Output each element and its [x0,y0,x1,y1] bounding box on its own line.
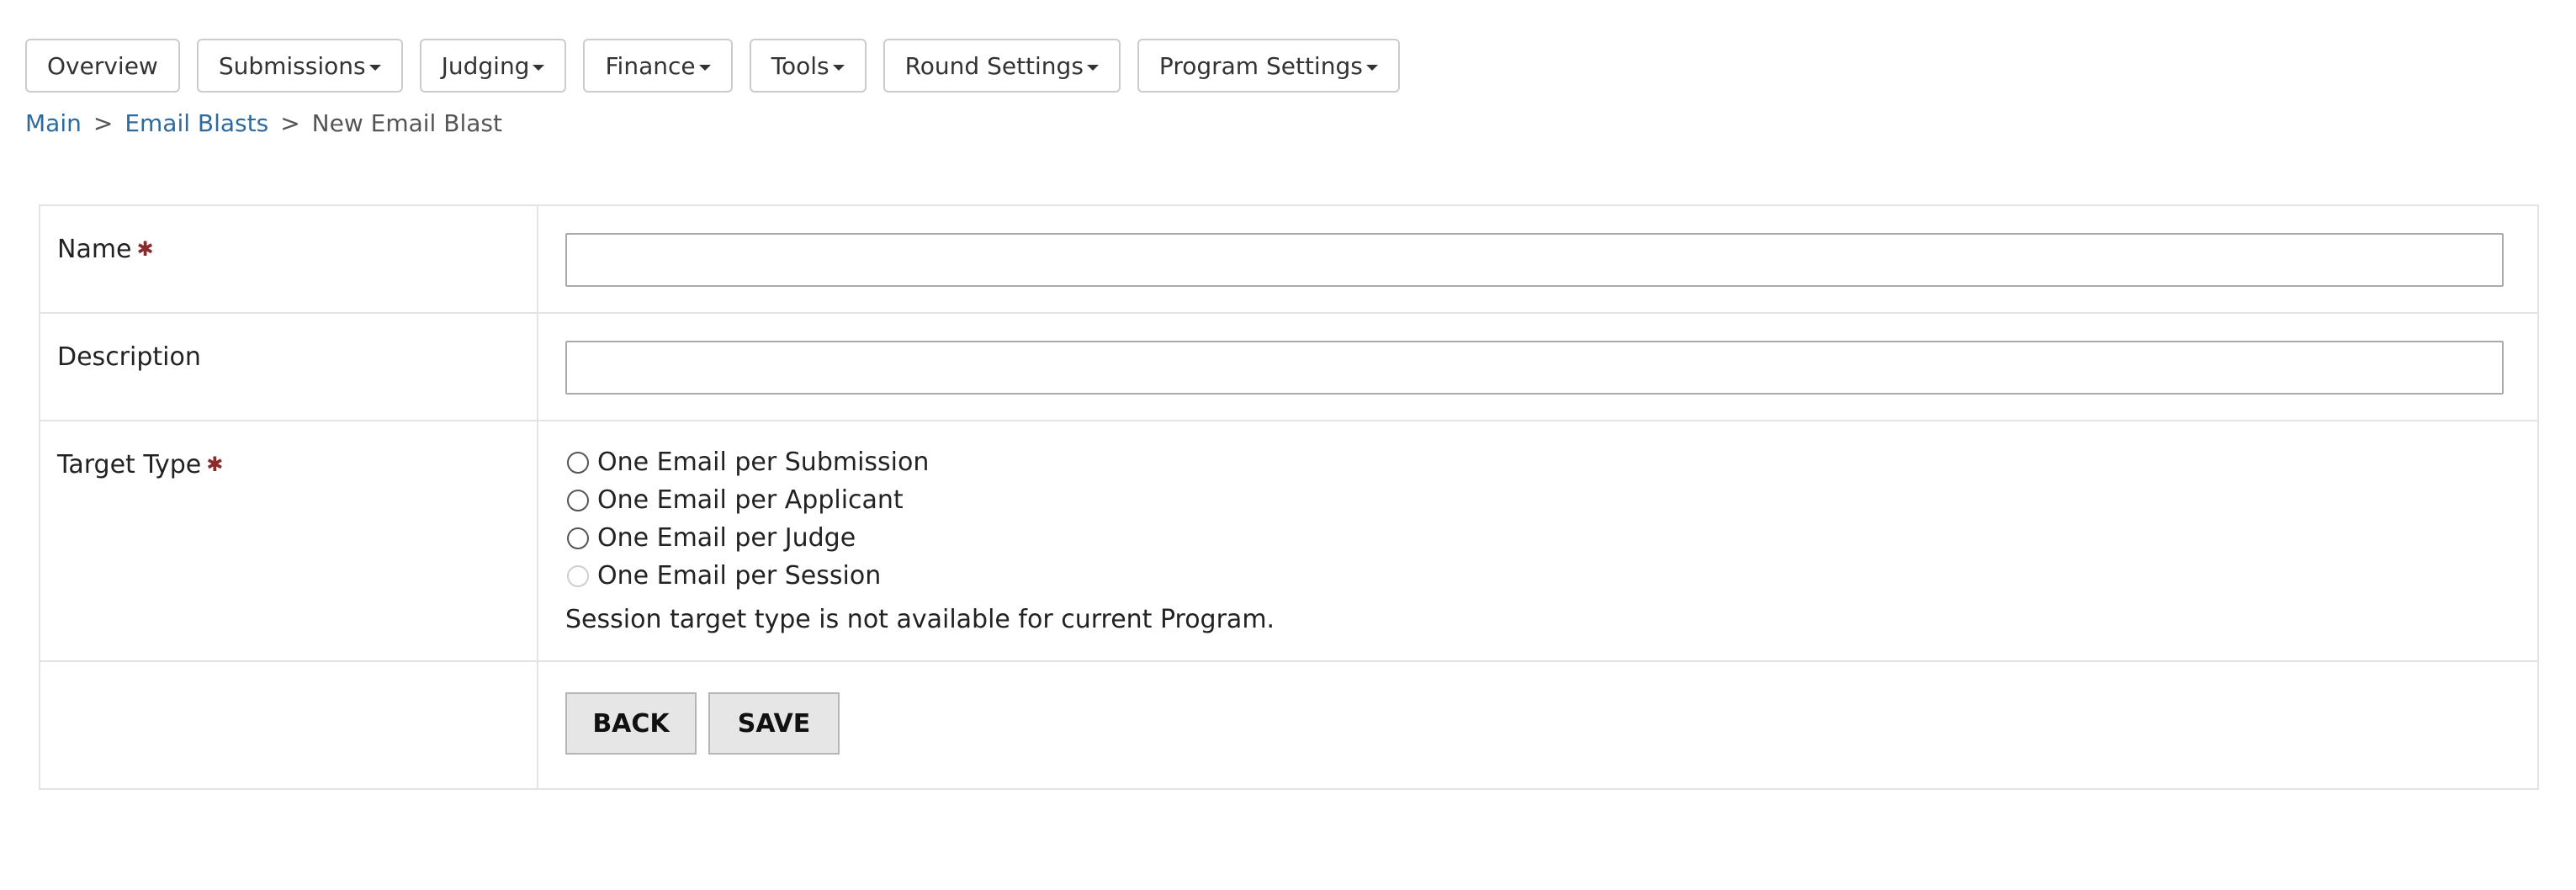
radio-option-session: One Email per Session [565,557,2505,595]
nav-overview-button[interactable]: Overview [25,39,180,93]
description-label: Description [57,342,201,372]
description-label-cell: Description [40,314,538,420]
target-type-radio-group: One Email per Submission One Email per A… [565,421,2505,595]
radio-label: One Email per Submission [597,448,930,477]
caret-down-icon [832,64,845,71]
form-row-description: Description [40,314,2537,421]
target-type-note: Session target type is not available for… [565,605,1275,634]
breadcrumb-main-link[interactable]: Main [25,109,82,137]
nav-label: Finance [605,51,696,80]
radio-button[interactable] [567,489,589,511]
description-input[interactable] [565,341,2504,395]
caret-down-icon [698,64,711,71]
breadcrumb: Main > Email Blasts > New Email Blast [25,109,502,137]
breadcrumb-current: New Email Blast [311,109,502,137]
back-button[interactable]: BACK [565,692,697,755]
nav-label: Round Settings [904,51,1084,80]
target-type-label-cell: Target Type ✱ [40,421,538,660]
radio-button-disabled [567,564,589,587]
radio-option-applicant[interactable]: One Email per Applicant [565,481,2505,519]
actions-label-cell [40,662,538,788]
breadcrumb-email-blasts-link[interactable]: Email Blasts [125,109,268,137]
nav-label: Submissions [218,51,366,80]
radio-button[interactable] [567,451,589,474]
breadcrumb-separator: > [280,109,300,137]
radio-label: One Email per Applicant [597,485,904,515]
target-type-field-cell: One Email per Submission One Email per A… [538,421,2537,660]
actions-field-cell: BACK SAVE [538,662,2537,788]
name-label: Name [57,235,132,264]
form-row-actions: BACK SAVE [40,662,2537,788]
caret-down-icon [533,64,545,71]
name-field-cell [538,206,2537,312]
page: Overview Submissions Judging Finance Too… [0,0,2576,890]
email-blast-form: Name ✱ Description Target Type ✱ One Ema… [39,204,2539,790]
nav-submissions-dropdown[interactable]: Submissions [196,39,403,93]
breadcrumb-separator: > [93,109,114,137]
radio-label: One Email per Session [597,561,882,591]
nav-judging-dropdown[interactable]: Judging [419,39,567,93]
nav-label: Program Settings [1158,51,1363,80]
caret-down-icon [1365,64,1378,71]
radio-option-submission[interactable]: One Email per Submission [565,443,2505,481]
top-nav: Overview Submissions Judging Finance Too… [25,39,1400,93]
nav-round-settings-dropdown[interactable]: Round Settings [883,39,1121,93]
name-label-cell: Name ✱ [40,206,538,312]
save-button[interactable]: SAVE [708,692,840,755]
asterisk-icon: ✱ [206,453,224,476]
form-row-name: Name ✱ [40,206,2537,314]
name-input[interactable] [565,233,2504,287]
description-field-cell [538,314,2537,420]
nav-program-settings-dropdown[interactable]: Program Settings [1137,39,1400,93]
nav-finance-dropdown[interactable]: Finance [583,39,733,93]
nav-label: Overview [47,51,158,80]
target-type-label: Target Type [57,450,202,479]
radio-option-judge[interactable]: One Email per Judge [565,519,2505,557]
caret-down-icon [368,64,381,71]
form-row-target-type: Target Type ✱ One Email per Submission On… [40,421,2537,662]
nav-label: Tools [771,51,830,80]
asterisk-icon: ✱ [136,237,154,261]
form-actions: BACK SAVE [565,662,2505,755]
nav-label: Judging [441,51,530,80]
nav-tools-dropdown[interactable]: Tools [749,39,867,93]
radio-button[interactable] [567,527,589,549]
caret-down-icon [1086,64,1099,71]
radio-label: One Email per Judge [597,523,856,553]
